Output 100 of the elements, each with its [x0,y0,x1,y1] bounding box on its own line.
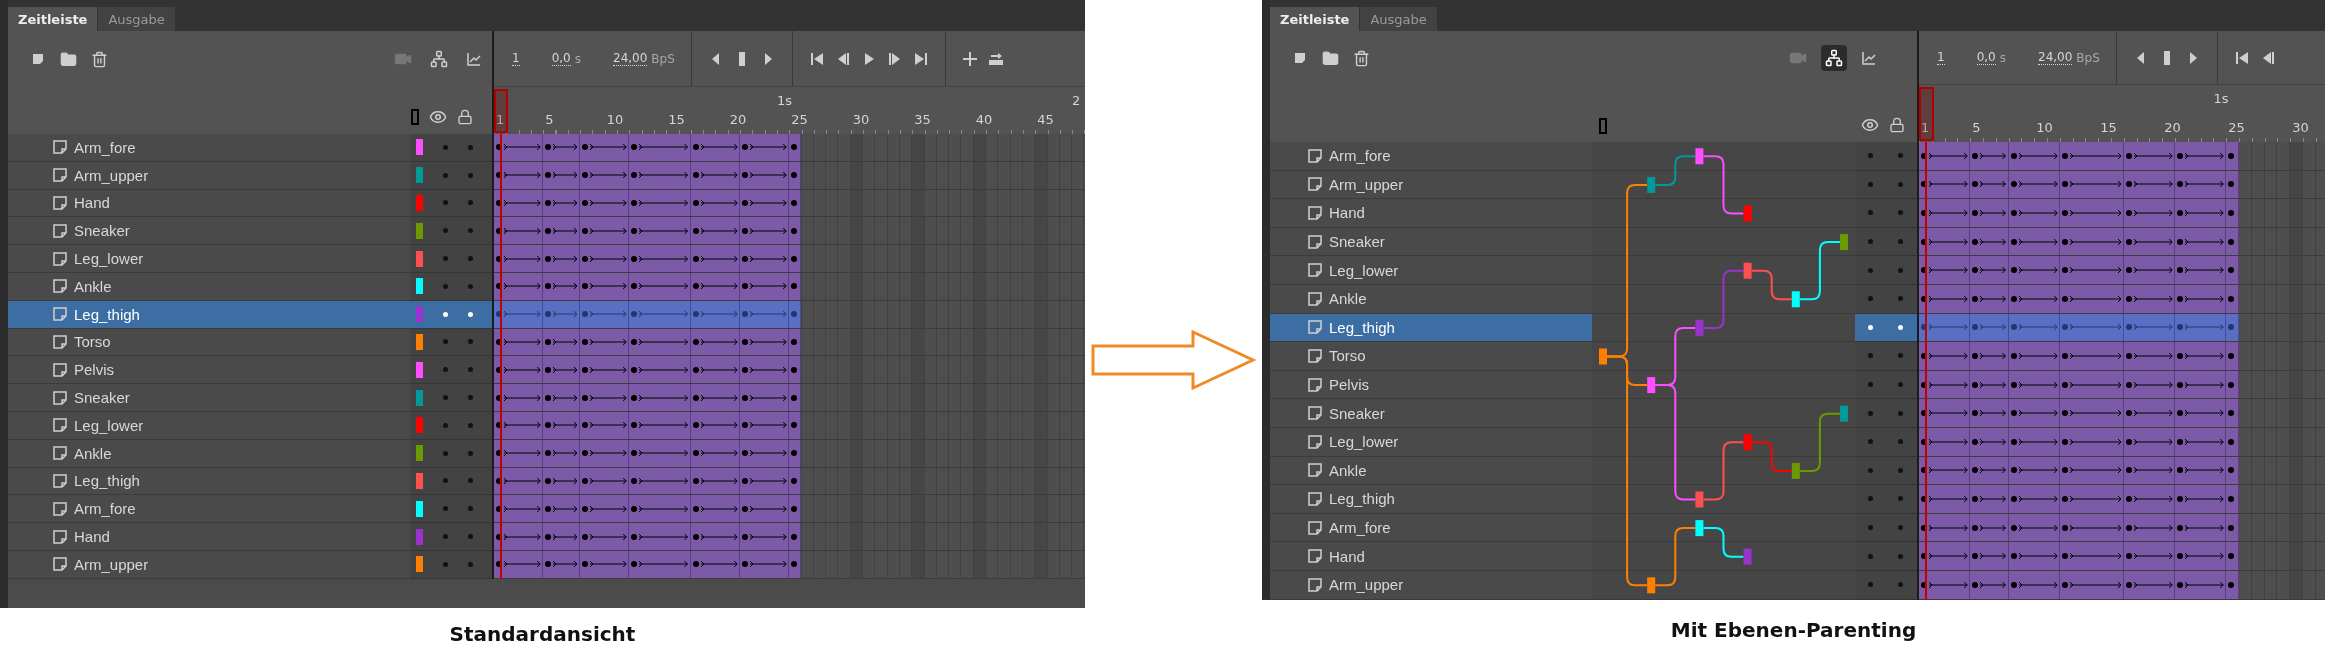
layer-row[interactable]: Arm_upper [8,161,410,190]
layer-name: Hand [74,194,110,212]
layer-row[interactable]: Arm_fore [1270,513,1592,543]
layer-row[interactable]: Arm_upper [1270,170,1592,200]
frame-rate-unit: BpS [2076,50,2100,65]
frame-number: 1 [1921,120,1930,135]
layer-row[interactable]: Sneaker [8,384,410,412]
frame-number: 10 [2036,120,2053,135]
frame-number-field[interactable]: 1 [512,51,520,66]
frame-number: 30 [852,112,870,127]
layer-row[interactable]: Arm_upper [1270,570,1592,600]
layer-row[interactable]: Ankle [1270,284,1592,314]
layer-row[interactable]: Sneaker [1270,227,1592,257]
seconds-label: 1s [776,93,792,108]
layer-row[interactable]: Arm_fore [1270,142,1592,171]
layer-name: Torso [1329,347,1366,365]
frame-number: 20 [2164,120,2181,135]
layer-name: Hand [1329,547,1365,565]
caption-text: Standardansicht [449,621,636,646]
layer-row[interactable]: Leg_thigh [1270,485,1592,514]
layer-row[interactable]: Leg_lower [8,411,410,440]
layer-name: Arm_upper [1329,576,1404,594]
time-field[interactable]: 0,0 [1976,50,1996,65]
layer-name: Ankle [74,444,112,462]
frame-number: 35 [914,112,931,127]
layer-row[interactable]: Leg_lower [1270,256,1592,285]
time-unit: s [574,51,581,66]
seconds-label: 2 [1072,93,1081,108]
layer-name: Hand [1329,204,1365,222]
layer-row[interactable]: Ankle [8,273,410,301]
frame-rate-unit: BpS [651,51,675,66]
layer-row[interactable]: Ankle [8,439,410,468]
layer-name: Pelvis [1329,376,1369,394]
layer-name: Ankle [1329,290,1367,308]
frame-number: 40 [975,112,993,127]
layer-name: Pelvis [74,361,114,379]
layer-row[interactable]: Hand [1270,542,1592,571]
layer-row[interactable]: Leg_lower [8,245,410,273]
layer-row[interactable]: Leg_lower [1270,427,1592,457]
layer-name: Sneaker [74,389,130,407]
frame-number: 15 [668,112,685,127]
layer-name: Leg_thigh [1329,490,1395,508]
layer-name: Leg_thigh [74,472,140,490]
frame-number: 25 [791,112,808,127]
layer-row[interactable]: Torso [8,328,410,357]
layer-name: Leg_lower [1329,261,1399,279]
frame-number: 15 [2100,120,2117,135]
layer-name: Leg_lower [74,416,144,434]
layer-row[interactable]: Ankle [1270,456,1592,486]
layer-name: Arm_upper [74,166,149,184]
layer-row[interactable]: Pelvis [8,356,410,385]
layer-row[interactable]: Arm_upper [8,550,410,579]
layer-name: Arm_fore [74,138,136,156]
layer-row[interactable]: Sneaker [1270,399,1592,428]
layer-row[interactable]: Hand [1270,199,1592,228]
layer-name: Sneaker [1329,404,1385,422]
frame-number: 10 [606,112,624,127]
layer-name: Leg_lower [74,250,144,268]
layer-name: Hand [74,528,110,546]
layer-name: Arm_upper [1329,175,1404,193]
time-field[interactable]: 0,0 [551,51,571,66]
layer-row[interactable]: Pelvis [1270,370,1592,400]
frame-number: 1 [496,112,505,127]
frame-number: 30 [2292,120,2309,135]
frame-rate-field[interactable]: 24,00 [2038,50,2073,65]
panel-tab[interactable]: Ausgabe [98,7,175,31]
caption-text: Mit Ebenen-Parenting [1670,617,1917,642]
layer-name: Torso [74,333,111,351]
frame-number: 45 [1037,112,1054,127]
layer-row[interactable]: Arm_fore [8,495,410,524]
layer-row[interactable]: Sneaker [8,217,410,246]
layer-name: Leg_thigh [74,305,140,323]
layer-row[interactable]: Hand [8,189,410,218]
layer-name: Leg_lower [1329,433,1399,451]
layer-name: Ankle [74,277,112,295]
layer-row[interactable]: Leg_thigh [1270,313,1592,343]
panel-tab[interactable]: Zeitleiste [8,7,98,31]
layer-name: Arm_fore [1329,147,1391,165]
layer-row[interactable]: Leg_thigh [8,300,410,329]
frame-number: 20 [729,112,747,127]
panel-tab[interactable]: Zeitleiste [1270,7,1360,31]
frame-number: 5 [545,112,554,127]
panel-tab[interactable]: Ausgabe [1360,7,1437,31]
layer-row[interactable]: Arm_fore [8,134,410,162]
layer-name: Arm_upper [74,555,149,573]
frame-number: 25 [2228,120,2245,135]
frame-number-field[interactable]: 1 [1937,50,1945,65]
layer-name: Sneaker [74,222,130,240]
frame-rate-field[interactable]: 24,00 [613,51,648,66]
layer-name: Leg_thigh [1329,318,1395,336]
layer-row[interactable]: Torso [1270,342,1592,371]
seconds-label: 1s [2213,91,2229,106]
layer-name: Ankle [1329,461,1367,479]
layer-name: Sneaker [1329,233,1385,251]
time-unit: s [1999,50,2006,65]
frame-number: 5 [1972,120,1981,135]
layer-row[interactable]: Leg_thigh [8,467,410,496]
layer-row[interactable]: Hand [8,523,410,551]
layer-name: Arm_fore [74,500,136,518]
layer-name: Arm_fore [1329,519,1391,536]
